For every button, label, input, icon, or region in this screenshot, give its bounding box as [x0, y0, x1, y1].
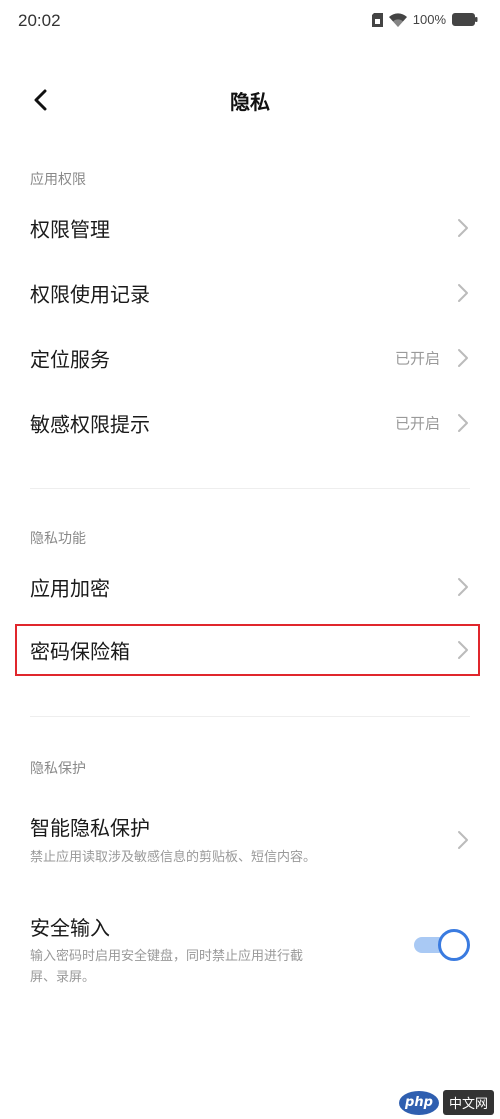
row-label: 敏感权限提示 — [30, 412, 150, 437]
row-permission-management[interactable]: 权限管理 — [0, 196, 500, 260]
row-secure-input: 安全输入 输入密码时启用安全键盘，同时禁止应用进行截 屏、录屏。 — [0, 912, 500, 992]
sim-icon — [371, 12, 383, 27]
row-description-line-1: 输入密码时启用安全键盘，同时禁止应用进行截 — [30, 949, 304, 964]
secure-input-toggle[interactable] — [414, 929, 470, 961]
section-header-app-permissions: 应用权限 — [30, 172, 86, 188]
chevron-right-icon — [458, 831, 468, 849]
battery-text: 100% — [412, 12, 446, 27]
nav-bar: 隐私 — [0, 70, 500, 130]
chevron-right-icon — [458, 414, 468, 432]
row-status-value: 已开启 — [394, 414, 440, 433]
chevron-right-icon — [458, 284, 468, 302]
section-header-privacy-features: 隐私功能 — [30, 531, 86, 547]
section-divider — [30, 488, 470, 489]
status-bar: 20:02 100% — [0, 0, 500, 44]
row-label: 权限使用记录 — [30, 282, 150, 307]
row-label: 智能隐私保护 — [30, 816, 150, 840]
row-location-service[interactable]: 定位服务 已开启 — [0, 326, 500, 390]
status-time: 20:02 — [18, 11, 61, 30]
chevron-right-icon — [458, 219, 468, 237]
highlight-box — [15, 624, 480, 676]
toggle-knob — [438, 929, 470, 961]
row-description: 禁止应用读取涉及敏感信息的剪贴板、短信内容。 — [30, 850, 317, 865]
row-label: 定位服务 — [30, 347, 110, 372]
watermark-logo: php — [398, 1090, 439, 1115]
row-label: 权限管理 — [30, 217, 110, 242]
row-status-value: 已开启 — [394, 349, 440, 368]
chevron-right-icon — [458, 578, 468, 596]
wifi-icon — [388, 12, 407, 27]
row-app-encryption[interactable]: 应用加密 — [0, 555, 500, 619]
page-title: 隐私 — [230, 90, 270, 114]
row-label: 安全输入 — [30, 916, 110, 940]
section-divider — [30, 716, 470, 717]
watermark-text: 中文网 — [442, 1090, 494, 1115]
status-icons: 100% — [371, 12, 478, 27]
row-label: 应用加密 — [30, 576, 110, 601]
battery-icon — [452, 13, 478, 26]
row-sensitive-permission-prompt[interactable]: 敏感权限提示 已开启 — [0, 391, 500, 455]
chevron-right-icon — [458, 349, 468, 367]
row-permission-usage-record[interactable]: 权限使用记录 — [0, 261, 500, 325]
section-header-privacy-protection: 隐私保护 — [30, 761, 86, 777]
watermark: php 中文网 — [398, 1090, 494, 1115]
row-description-line-2: 屏、录屏。 — [30, 970, 96, 985]
row-smart-privacy-protection[interactable]: 智能隐私保护 禁止应用读取涉及敏感信息的剪贴板、短信内容。 — [0, 812, 500, 872]
